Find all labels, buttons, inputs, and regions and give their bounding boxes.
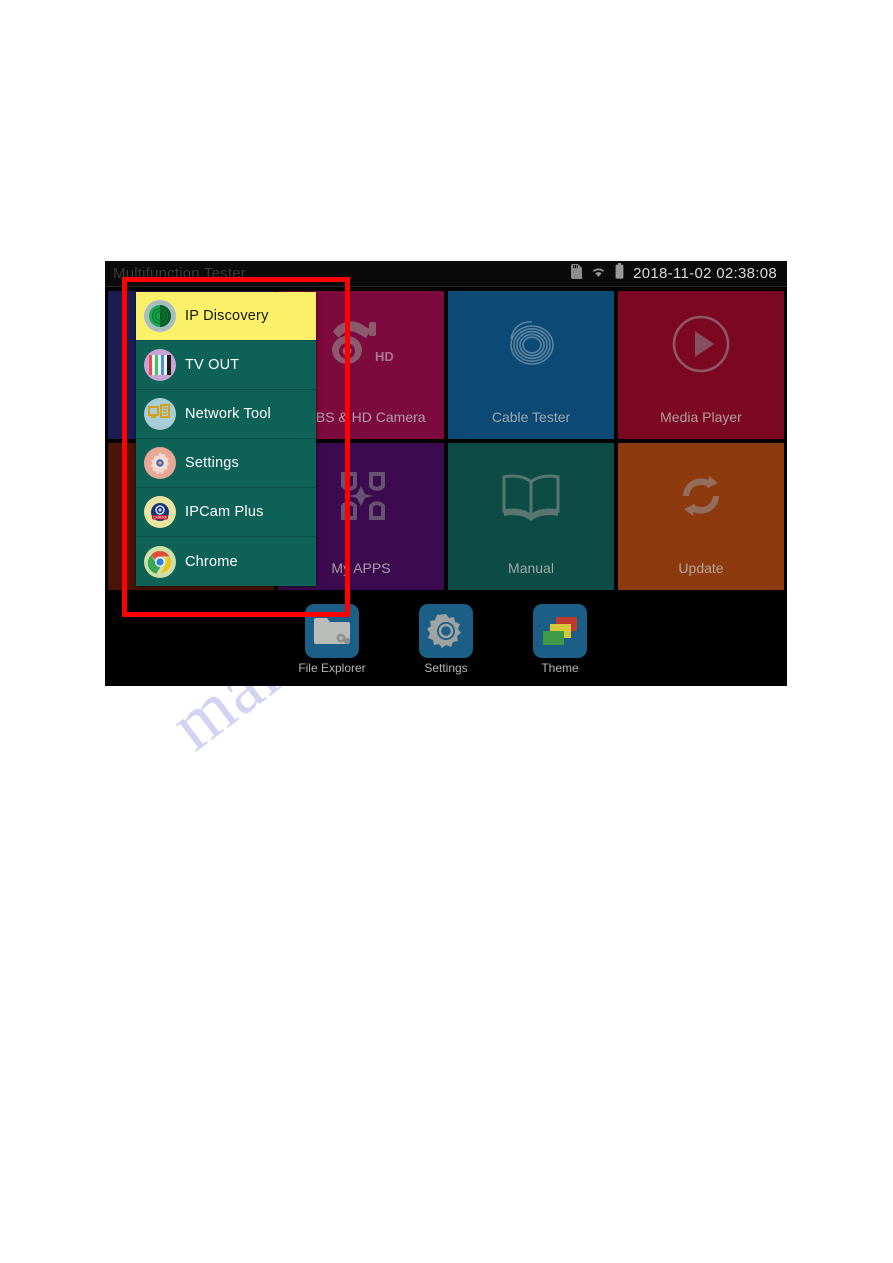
open-book-icon	[448, 459, 614, 533]
popup-menu: IP Discovery TV OUT Network Tool Setting…	[136, 292, 316, 586]
menu-item-network-tool[interactable]: Network Tool	[136, 390, 316, 439]
menu-item-ip-discovery[interactable]: IP Discovery	[136, 292, 316, 341]
sdcard-icon	[571, 263, 583, 284]
tile-label: Cable Tester	[491, 408, 571, 425]
ipcam-plus-icon: CAMERA	[144, 496, 176, 528]
svg-text:CAMERA: CAMERA	[153, 516, 168, 520]
svg-text:HD: HD	[375, 349, 394, 364]
play-circle-icon	[618, 307, 784, 381]
tile-label: Manual	[508, 560, 554, 576]
wifi-icon	[591, 265, 606, 283]
settings-gear-icon	[144, 447, 176, 479]
tile-label: Update	[678, 560, 724, 576]
status-icon-group	[571, 263, 624, 284]
dock-label: Settings	[424, 661, 468, 675]
tile-cable-tester[interactable]: Cable Tester	[448, 291, 614, 439]
menu-item-label: IP Discovery	[185, 308, 269, 324]
menu-item-label: IPCam Plus	[185, 504, 264, 520]
gear-icon	[419, 604, 473, 658]
dock-item-theme[interactable]: Theme	[518, 604, 602, 675]
theme-cards-icon	[533, 604, 587, 658]
dock-item-file-explorer[interactable]: File Explorer	[290, 604, 374, 675]
tile-media-player[interactable]: Media Player	[618, 291, 784, 439]
tile-label: Media Player	[660, 408, 742, 425]
dock-item-settings[interactable]: Settings	[404, 604, 488, 675]
status-bar: Multifunction Tester 2018-11-02 02:38:08	[105, 261, 787, 287]
cable-coil-icon	[448, 307, 614, 381]
ip-discovery-icon	[144, 300, 176, 332]
tile-manual[interactable]: Manual	[448, 442, 614, 590]
folder-gear-icon	[305, 604, 359, 658]
menu-item-ipcam-plus[interactable]: CAMERA IPCam Plus	[136, 488, 316, 537]
dock-label: File Explorer	[298, 661, 366, 675]
menu-item-label: Chrome	[185, 553, 238, 570]
tile-update[interactable]: Update	[618, 442, 784, 590]
menu-item-tv-out[interactable]: TV OUT	[136, 341, 316, 390]
network-tool-icon	[144, 398, 176, 430]
refresh-sync-icon	[618, 459, 784, 533]
menu-item-chrome[interactable]: Chrome	[136, 537, 316, 586]
device-screen: Multifunction Tester 2018-11-02 02:38:08…	[105, 261, 787, 686]
menu-item-settings[interactable]: Settings	[136, 439, 316, 488]
status-clock: 2018-11-02 02:38:08	[633, 265, 777, 282]
chrome-icon	[144, 545, 176, 578]
battery-icon	[615, 263, 624, 284]
dock-bar: File Explorer Settings Theme	[105, 594, 787, 686]
menu-item-label: Settings	[185, 455, 239, 471]
tv-out-icon	[144, 349, 176, 381]
page-title: Multifunction Tester	[113, 265, 246, 282]
dock-label: Theme	[541, 661, 579, 675]
menu-item-label: TV OUT	[185, 357, 240, 373]
menu-item-label: Network Tool	[185, 406, 271, 422]
